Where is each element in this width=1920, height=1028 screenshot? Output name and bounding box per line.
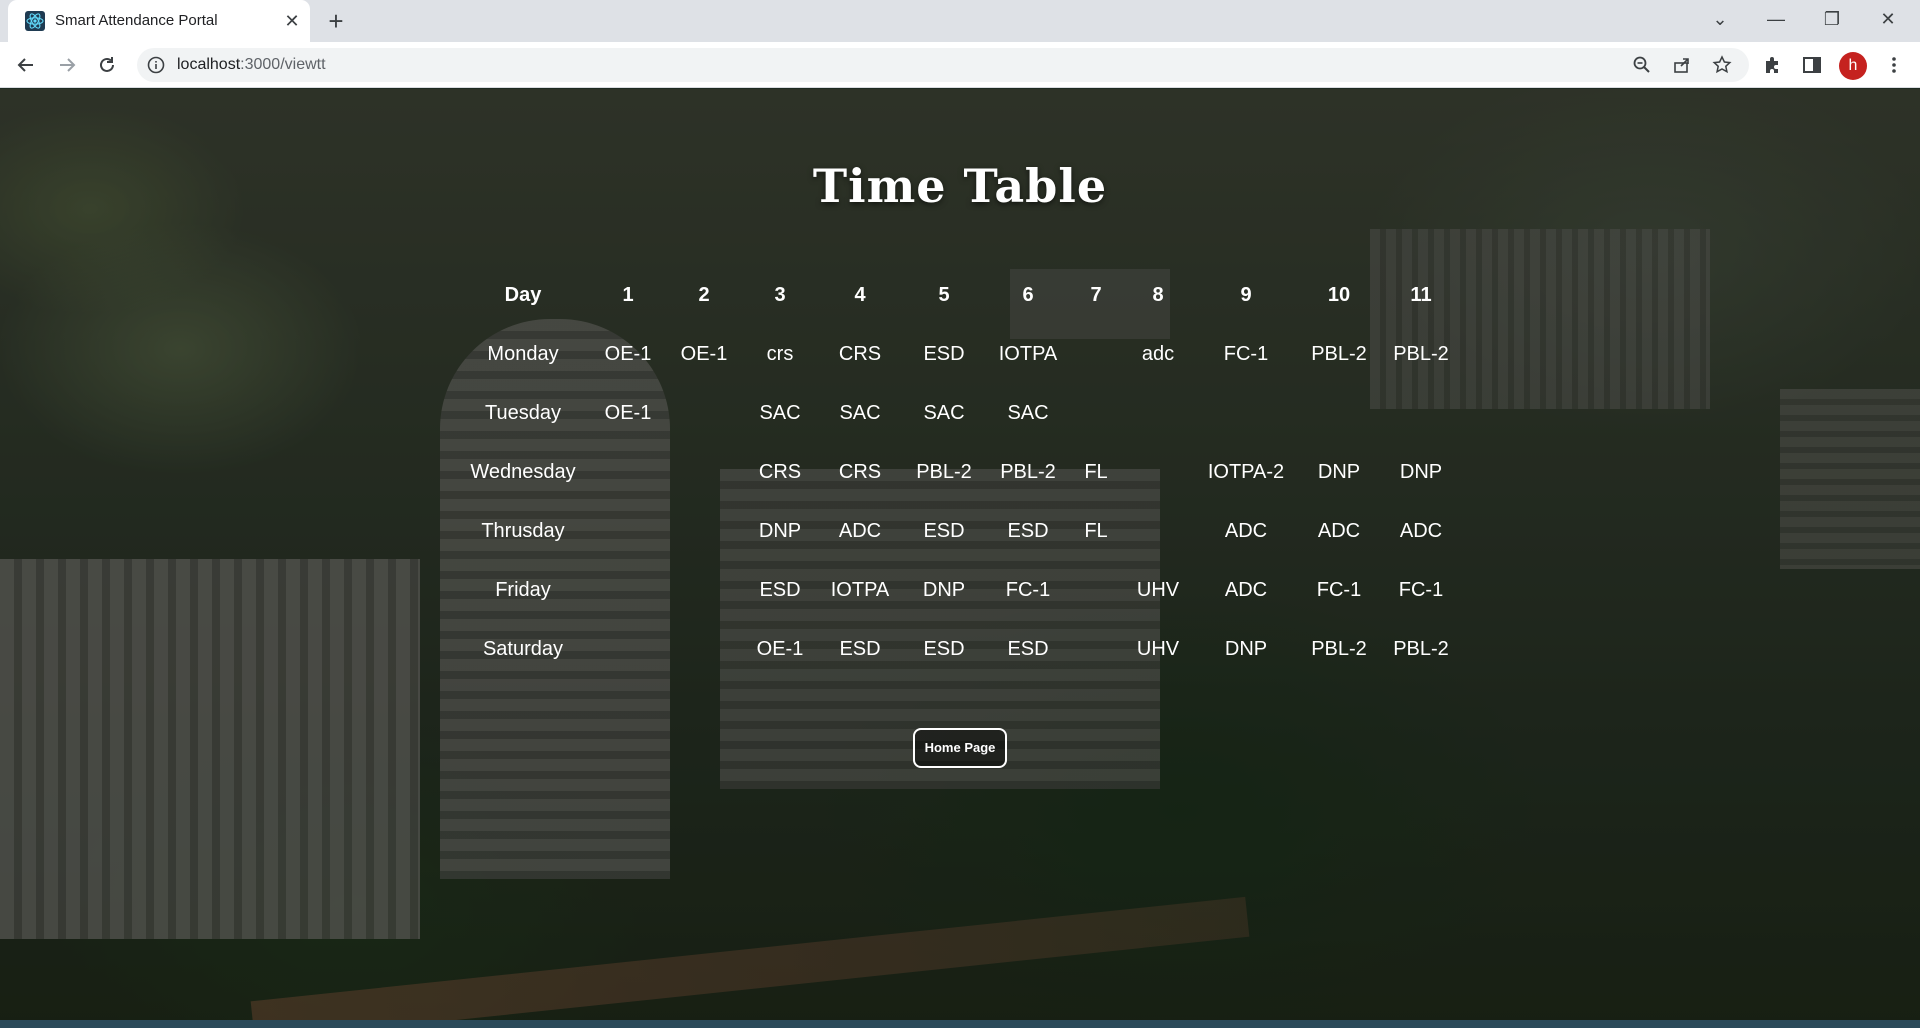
timetable-cell: ADC (1399, 520, 1443, 542)
timetable-cell: IOTPA (830, 579, 890, 601)
site-info-icon[interactable] (147, 56, 165, 74)
header-day: Day (504, 284, 542, 306)
header-period-7: 7 (1090, 284, 1102, 306)
day-label: Friday (495, 579, 551, 601)
back-icon[interactable] (10, 49, 42, 81)
timetable-cell: ADC (838, 520, 882, 542)
timetable-cell: FC-1 (1223, 343, 1269, 365)
timetable-cell: ADC (1224, 579, 1268, 601)
url-host: localhost (177, 56, 241, 73)
timetable-cell: OE-1 (756, 638, 804, 660)
timetable-cell: FC-1 (1316, 579, 1362, 601)
timetable-cell: PBL-2 (916, 461, 972, 483)
day-label: Monday (487, 343, 559, 365)
timetable-cell: FC-1 (1398, 579, 1444, 601)
header-period-4: 4 (854, 284, 866, 306)
timetable-cell: SAC (1007, 402, 1049, 424)
timetable-cell: PBL-2 (1311, 638, 1367, 660)
header-period-6: 6 (1022, 284, 1034, 306)
timetable-cell: CRS (838, 343, 882, 365)
header-period-8: 8 (1152, 284, 1164, 306)
tab-title: Smart Attendance Portal (55, 12, 218, 29)
timetable-cell: DNP (1224, 638, 1268, 660)
reload-icon[interactable] (91, 49, 123, 81)
timetable-cell: ESD (759, 579, 801, 601)
timetable-cell: ESD (923, 520, 965, 542)
timetable-cell: DNP (1399, 461, 1443, 483)
timetable-cell: OE-1 (604, 402, 652, 424)
close-window-button[interactable]: ✕ (1865, 0, 1911, 38)
timetable-cell: PBL-2 (1311, 343, 1367, 365)
timetable-cell: PBL-2 (1000, 461, 1056, 483)
timetable-cell: FL (1084, 461, 1108, 483)
share-icon[interactable] (1672, 55, 1692, 75)
side-panel-icon[interactable] (1801, 54, 1823, 76)
page-background: Time Table Day 1 2 3 4 5 6 7 8 9 10 11 Monday OE-1 OE-… (0, 89, 1920, 1028)
new-tab-button[interactable]: + (322, 8, 350, 36)
timetable-cell: SAC (759, 402, 801, 424)
timetable-cell: IOTPA (998, 343, 1058, 365)
header-period-3: 3 (774, 284, 786, 306)
zoom-icon[interactable] (1632, 55, 1652, 75)
bookmark-star-icon[interactable] (1712, 55, 1732, 75)
timetable-cell: OE-1 (604, 343, 652, 365)
restore-button[interactable]: ❐ (1809, 0, 1855, 38)
tab-close-icon[interactable]: ✕ (280, 9, 304, 33)
home-page-button[interactable]: Home Page (913, 728, 1007, 768)
timetable-cell: DNP (922, 579, 966, 601)
profile-avatar[interactable]: h (1839, 52, 1867, 80)
day-label: Wednesday (470, 461, 576, 483)
bottom-edge-strip (0, 1020, 1920, 1028)
timetable-cell: ESD (923, 343, 965, 365)
header-period-5: 5 (938, 284, 950, 306)
browser-tab-bar: Smart Attendance Portal ✕ + ⌄ — ❐ ✕ (0, 0, 1920, 42)
day-label: Saturday (482, 638, 564, 660)
menu-kebab-icon[interactable] (1883, 54, 1905, 76)
timetable-cell: SAC (923, 402, 965, 424)
tab-search-icon[interactable]: ⌄ (1697, 0, 1743, 38)
timetable-cell: CRS (758, 461, 802, 483)
timetable-cell: PBL-2 (1393, 343, 1449, 365)
timetable-cell: PBL-2 (1393, 638, 1449, 660)
day-label: Thrusday (481, 520, 565, 542)
timetable-cell: ESD (1007, 638, 1049, 660)
header-period-9: 9 (1240, 284, 1252, 306)
forward-icon[interactable] (51, 49, 83, 81)
browser-toolbar: localhost:3000/viewtt h (0, 42, 1920, 88)
react-favicon-icon (25, 11, 45, 31)
timetable-cell: UHV (1136, 638, 1180, 660)
background-dim-overlay (0, 89, 1920, 1028)
timetable-cell: CRS (838, 461, 882, 483)
address-bar[interactable]: localhost:3000/viewtt (137, 48, 1749, 82)
timetable-cell: SAC (839, 402, 881, 424)
timetable-cell: ESD (1007, 520, 1049, 542)
timetable-cell: ESD (839, 638, 881, 660)
browser-tab-active[interactable]: Smart Attendance Portal ✕ (8, 0, 310, 42)
day-label: Tuesday (485, 402, 561, 424)
header-period-11: 11 (1410, 284, 1432, 306)
minimize-button[interactable]: — (1753, 0, 1799, 38)
timetable-cell: DNP (758, 520, 802, 542)
extensions-icon[interactable] (1761, 54, 1783, 76)
timetable-cell: ESD (923, 638, 965, 660)
timetable-cell: FL (1084, 520, 1108, 542)
timetable-cell: crs (766, 343, 794, 365)
timetable-cell: DNP (1317, 461, 1361, 483)
page-title: Time Table (812, 159, 1108, 213)
timetable-cell: IOTPA-2 (1207, 461, 1285, 483)
timetable-cell: UHV (1136, 579, 1180, 601)
timetable-cell: ADC (1317, 520, 1361, 542)
header-period-1: 1 (622, 284, 634, 306)
timetable-cell: OE-1 (680, 343, 728, 365)
timetable-cell: FC-1 (1005, 579, 1051, 601)
url-path: :3000/viewtt (240, 56, 326, 73)
header-period-2: 2 (698, 284, 710, 306)
header-period-10: 10 (1327, 284, 1351, 306)
url-text[interactable]: localhost:3000/viewtt (177, 56, 326, 74)
timetable-cell: adc (1141, 343, 1175, 365)
timetable-cell: ADC (1224, 520, 1268, 542)
